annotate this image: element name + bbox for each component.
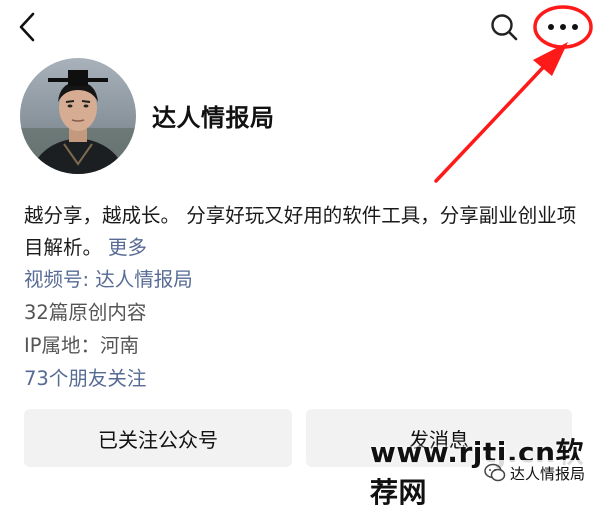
bio-content: 越分享，越成长。 分享好玩又好用的软件工具，分享副业创业项目解析。 <box>24 204 577 259</box>
original-count: 32篇原创内容 <box>24 301 147 324</box>
watermark-account-name: 达人情报局 <box>510 464 586 483</box>
avatar[interactable] <box>20 58 136 174</box>
ip-location: IP属地：河南 <box>24 334 140 357</box>
bio-text: 越分享，越成长。 分享好玩又好用的软件工具，分享副业创业项目解析。 更多 <box>24 200 584 264</box>
chevron-left-icon[interactable] <box>14 10 42 44</box>
follow-button-label: 已关注公众号 <box>98 427 218 452</box>
more-horizontal-icon[interactable] <box>540 12 586 42</box>
avatar-image <box>20 58 136 174</box>
wechat-logo-icon <box>484 463 506 482</box>
search-icon[interactable] <box>487 10 521 44</box>
friends-following-link[interactable]: 73个朋友关注 <box>24 362 146 391</box>
profile-name: 达人情报局 <box>152 104 275 132</box>
watermark-account: 达人情报局 <box>480 460 590 486</box>
channels-link[interactable]: 视频号: 达人情报局 <box>24 263 193 292</box>
follow-button[interactable]: 已关注公众号 <box>24 409 292 467</box>
bio-more-link[interactable]: 更多 <box>108 236 147 259</box>
